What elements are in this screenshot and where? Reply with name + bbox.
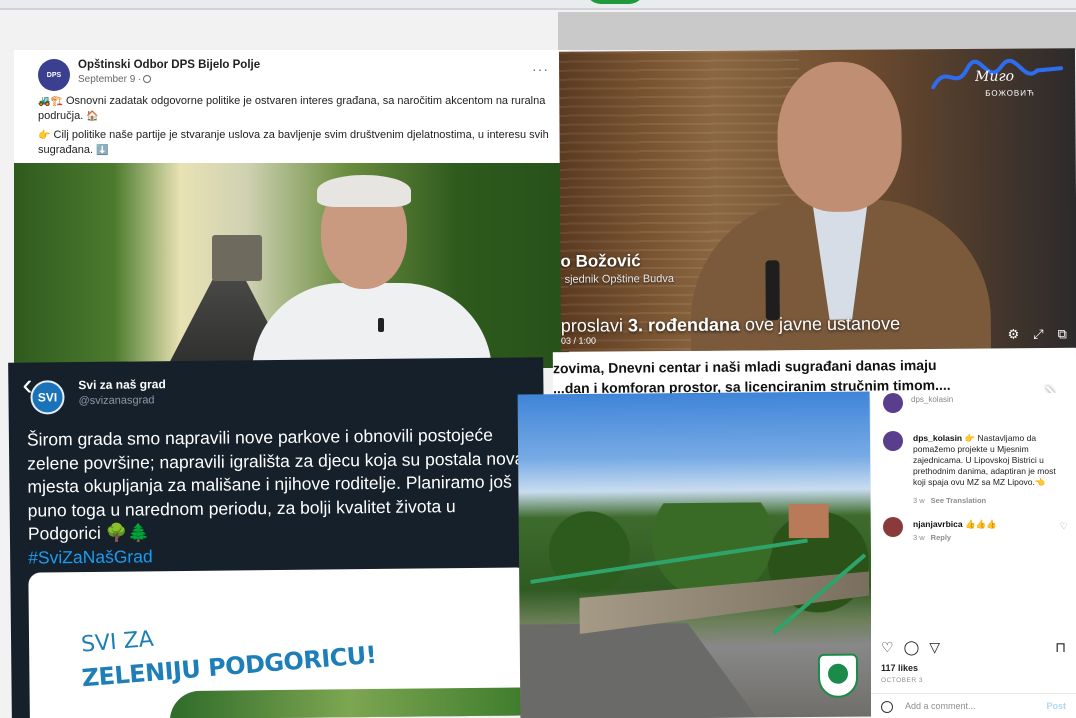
back-arrow-icon[interactable]: ‹ <box>22 369 32 403</box>
post-text-1: Osnovni zadatak odgovorne politike je os… <box>38 95 546 122</box>
emoji-smiley-icon[interactable] <box>881 701 893 713</box>
globe-icon <box>143 75 152 83</box>
post-author-handle[interactable]: dps_kolasin <box>911 395 953 404</box>
microphone-icon <box>765 260 780 321</box>
avatar[interactable] <box>883 431 903 451</box>
man-hair-shape <box>317 175 411 207</box>
speaker-head-shape <box>777 61 903 213</box>
facebook-post: DPS Opštinski Odbor DPS Bijelo Polje Sep… <box>14 50 569 368</box>
subtitle-post: ove javne ustanove <box>739 313 901 335</box>
greenery-shape <box>169 687 530 718</box>
subtitle-pre: proslavi <box>560 315 628 336</box>
post-date-text: September 9 · <box>78 74 142 85</box>
post-actions: ♡ ◯ ▽ <box>881 639 940 656</box>
video-subtitle: proslavi 3. rođendana ove javne ustanove <box>561 313 900 336</box>
grey-background-block <box>558 12 1076 50</box>
card-headline-1: SVI ZA <box>80 626 155 658</box>
like-heart-icon[interactable]: ♡ <box>881 639 894 656</box>
house-emoji-icon: 🏠 <box>86 111 99 122</box>
video-player[interactable]: Миго БОЖОВИЋ o Božović sjednik Opštine B… <box>558 48 1076 352</box>
comment-2: njanjavrbica 👍👍👍 <box>913 519 1065 530</box>
truck-shape <box>212 235 262 281</box>
post-comment-button[interactable]: Post <box>1046 701 1066 711</box>
comment-1-time: 3 w <box>913 496 925 505</box>
house-shape <box>788 503 829 539</box>
comment-1: dps_kolasin 👉 Nastavljamo da pomažemo pr… <box>913 433 1065 488</box>
tweet-media-card[interactable]: SVI ZA ZELENIJU PODGORICU! <box>28 567 530 718</box>
picture-in-picture-icon[interactable]: ⧉ <box>1058 326 1067 342</box>
signature-text: Миго <box>974 69 1014 85</box>
avatar[interactable] <box>883 517 903 537</box>
tractor-emoji-icon: 🚜🏗️ <box>38 96 63 107</box>
comment-bubble-icon[interactable]: ◯ <box>904 639 920 656</box>
tweet-body: Širom grada smo napravili nove parkove i… <box>26 424 525 544</box>
account-name[interactable]: Svi za naš grad <box>78 377 166 392</box>
comment-2-user[interactable]: njanjavrbica <box>913 519 963 529</box>
page-avatar[interactable]: DPS <box>38 59 70 91</box>
road-shape <box>520 622 761 718</box>
signature-sub-text: БОЖОВИЋ <box>985 88 1035 98</box>
tweet-text: Širom grada smo napravili nove parkove i… <box>27 423 533 569</box>
post-photo[interactable] <box>14 163 569 368</box>
more-options-button[interactable]: ··· <box>532 61 549 77</box>
divider <box>871 693 1076 694</box>
microphone-icon <box>378 318 384 332</box>
save-bookmark-icon[interactable]: ⊓ <box>1055 639 1066 656</box>
subtitle-bold: 3. rođendana <box>627 314 740 336</box>
page-name-link[interactable]: Opštinski Odbor DPS Bijelo Polje <box>78 59 260 71</box>
expand-icon[interactable]: ⤢ <box>1033 326 1044 342</box>
comment-1-user[interactable]: dps_kolasin <box>913 433 962 443</box>
video-time: 03 / 1:00 <box>560 335 597 346</box>
reply-link[interactable]: Reply <box>931 533 951 542</box>
likes-count[interactable]: 117 likes <box>881 663 918 673</box>
twitter-post: SVI ‹ Svi za naš grad @svizanasgrad Širo… <box>8 357 547 718</box>
comment-like-heart-icon[interactable]: ♡ <box>1060 521 1068 532</box>
post-date: OCTOBER 3 <box>881 677 923 684</box>
settings-gear-icon[interactable]: ⚙ <box>1008 327 1020 343</box>
share-paper-plane-icon[interactable]: ▽ <box>929 639 940 656</box>
instagram-photo[interactable] <box>517 391 873 718</box>
comment-1-meta: 3 w See Translation <box>913 496 986 505</box>
avatar[interactable] <box>883 393 903 413</box>
top-strip <box>0 0 1076 10</box>
collage-canvas: DPS Opštinski Odbor DPS Bijelo Polje Sep… <box>0 0 1076 718</box>
down-arrow-emoji-icon: ⬇️ <box>96 145 109 156</box>
post-text-paragraph-1: 🚜🏗️ Osnovni zadatak odgovorne politike j… <box>38 94 558 124</box>
municipality-crest-icon <box>817 653 859 698</box>
account-avatar[interactable]: SVI <box>30 380 65 415</box>
post-text-paragraph-2: 👉 Cilj politike naše partije je stvaranj… <box>38 128 558 158</box>
comment-2-meta: 3 w Reply <box>913 533 951 542</box>
pointing-hand-emoji-icon: 👉 <box>38 130 51 141</box>
video-controls: ⚙ ⤢ ⧉ <box>1008 326 1067 342</box>
man-body-shape <box>252 283 492 368</box>
see-translation-link[interactable]: See Translation <box>931 496 986 505</box>
post-date[interactable]: September 9 · <box>78 74 152 85</box>
hashtag-link[interactable]: #SviZaNašGrad <box>28 546 153 567</box>
instagram-comments-panel: dps_kolasin dps_kolasin 👉 Nastavljamo da… <box>871 393 1076 718</box>
speaker-name-overlay: o Božović <box>560 251 641 271</box>
comment-2-text: 👍👍👍 <box>964 519 997 529</box>
caption-line-1: zovima, Dnevni centar i naši mladi sugra… <box>552 356 937 377</box>
signature-logo: Миго БОЖОВИЋ <box>927 56 1067 107</box>
logo-arc <box>585 0 645 4</box>
post-text-2: Cilj politike naše partije je stvaranje … <box>38 129 549 156</box>
add-comment-input[interactable]: Add a comment... <box>905 701 976 711</box>
account-handle[interactable]: @svizanasgrad <box>78 394 154 407</box>
speaker-role-overlay: sjednik Opštine Budva <box>564 273 675 286</box>
comment-2-time: 3 w <box>913 533 925 542</box>
